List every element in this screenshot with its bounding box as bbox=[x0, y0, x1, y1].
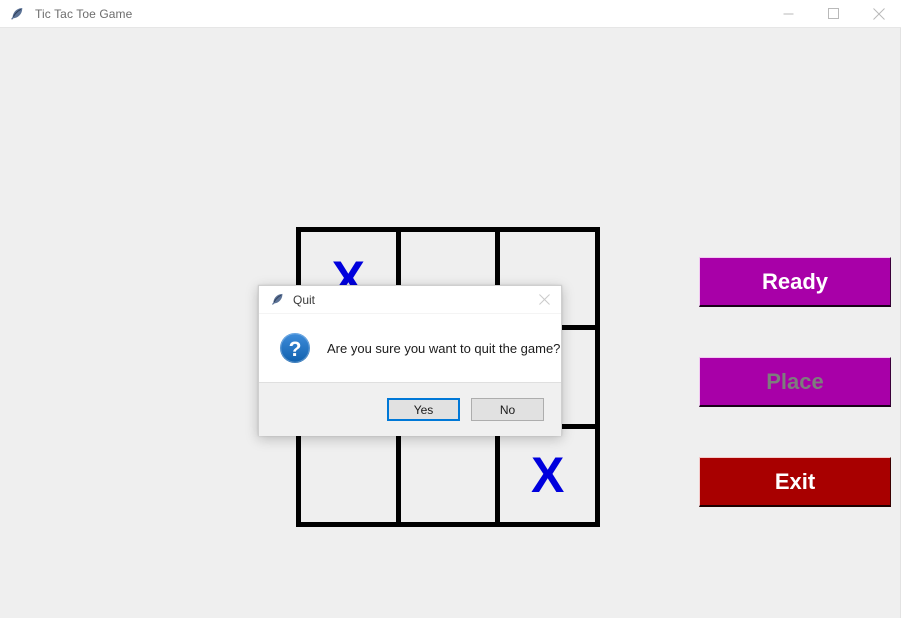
client-area: X X Ready Place Exit Quit ? Are you sure… bbox=[0, 28, 901, 618]
board-cell[interactable] bbox=[400, 428, 496, 522]
yes-button[interactable]: Yes bbox=[387, 398, 460, 421]
ready-button[interactable]: Ready bbox=[699, 257, 891, 307]
dialog-message: Are you sure you want to quit the game? bbox=[327, 340, 561, 356]
close-button[interactable] bbox=[856, 0, 901, 28]
board-cell[interactable]: X bbox=[500, 428, 595, 522]
board-cell[interactable] bbox=[301, 428, 396, 522]
minimize-icon bbox=[783, 13, 794, 15]
feather-icon bbox=[9, 6, 25, 22]
svg-text:?: ? bbox=[289, 338, 302, 361]
dialog-body: ? Are you sure you want to quit the game… bbox=[259, 314, 561, 382]
dialog-footer: Yes No bbox=[259, 382, 561, 436]
quit-dialog: Quit ? Are you sure you want to quit the… bbox=[258, 285, 562, 436]
no-button[interactable]: No bbox=[471, 398, 544, 421]
dialog-title: Quit bbox=[293, 292, 316, 307]
dialog-titlebar: Quit bbox=[259, 286, 561, 314]
exit-button[interactable]: Exit bbox=[699, 457, 891, 507]
maximize-icon bbox=[828, 8, 839, 19]
maximize-button[interactable] bbox=[811, 0, 856, 28]
window-title: Tic Tac Toe Game bbox=[35, 6, 133, 21]
window-controls bbox=[766, 0, 901, 28]
feather-icon bbox=[269, 292, 285, 308]
dialog-close-button[interactable] bbox=[527, 286, 561, 313]
close-icon bbox=[538, 294, 550, 305]
application-window: Tic Tac Toe Game X X Ready Place Exit Qu… bbox=[0, 0, 901, 618]
place-button[interactable]: Place bbox=[699, 357, 891, 407]
window-titlebar: Tic Tac Toe Game bbox=[0, 0, 901, 28]
minimize-button[interactable] bbox=[766, 0, 811, 28]
question-icon: ? bbox=[279, 332, 311, 364]
close-icon bbox=[872, 7, 885, 20]
side-button-panel: Ready Place Exit bbox=[699, 227, 891, 527]
